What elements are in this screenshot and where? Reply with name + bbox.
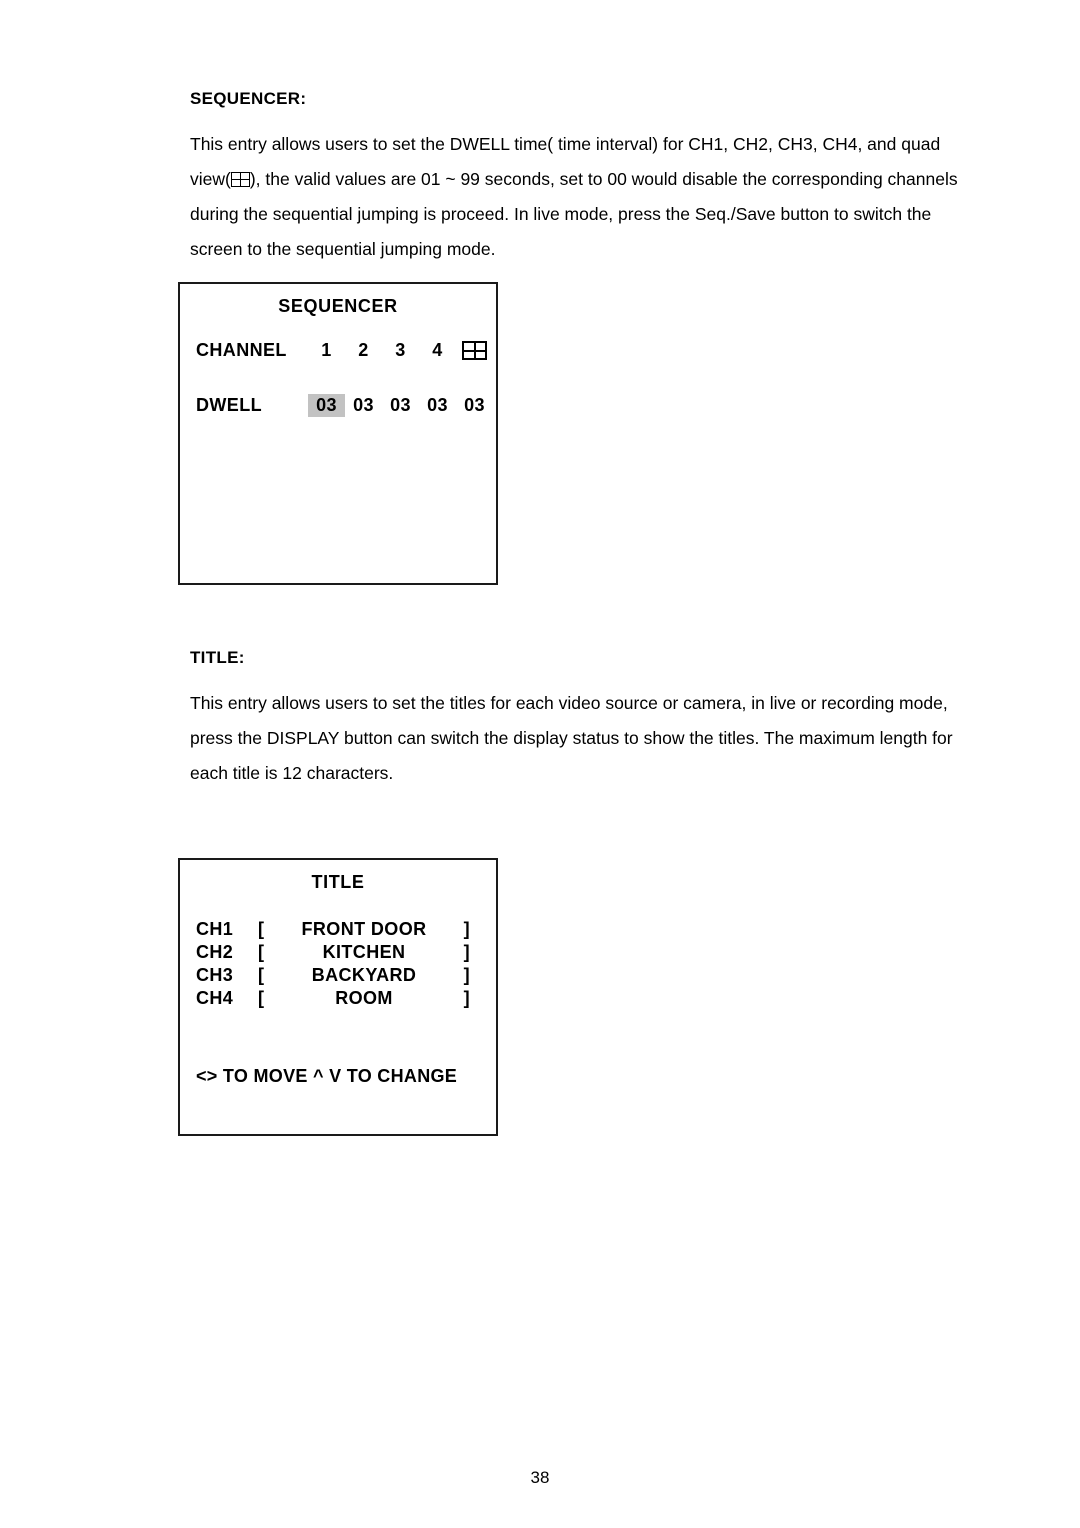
sequencer-channel-row: CHANNEL 1 2 3 4 — [180, 340, 496, 361]
title-row-value[interactable]: ROOM — [335, 987, 393, 1010]
title-row-value[interactable]: FRONT DOOR — [302, 918, 427, 941]
quad-view-icon — [462, 341, 487, 360]
dwell-row-label: DWELL — [196, 395, 262, 415]
sequencer-panel-title: SEQUENCER — [278, 296, 398, 316]
page-number: 38 — [530, 1468, 550, 1487]
bracket-open-icon: [ — [258, 942, 265, 962]
title-section-heading: TITLE: — [190, 648, 245, 667]
quad-channel-cell — [456, 341, 493, 360]
title-row-field[interactable]: [ KITCHEN ] — [258, 941, 470, 964]
sequencer-dwell-row: DWELL 03 03 03 03 03 — [180, 394, 496, 417]
title-row[interactable]: CH3 [ BACKYARD ] — [196, 964, 496, 987]
title-rows-list: CH1 [ FRONT DOOR ] CH2 [ KITCHEN ] CH3 [… — [180, 918, 496, 1010]
bracket-open-icon: [ — [258, 919, 265, 939]
dwell-value-ch2[interactable]: 03 — [345, 394, 382, 417]
channel-cell-2: 2 — [358, 340, 369, 360]
title-row-field[interactable]: [ ROOM ] — [258, 987, 470, 1010]
title-row-channel: CH4 — [196, 988, 234, 1008]
sequencer-osd-panel: SEQUENCER CHANNEL 1 2 3 4 DWELL 03 03 03… — [178, 282, 498, 585]
dwell-value-ch4[interactable]: 03 — [419, 394, 456, 417]
dwell-value-cells: 03 03 03 03 03 — [308, 394, 493, 417]
channel-cell-4: 4 — [432, 340, 443, 360]
bracket-open-icon: [ — [258, 965, 265, 985]
title-row-channel: CH3 — [196, 965, 234, 985]
channel-row-label: CHANNEL — [196, 340, 287, 360]
title-row[interactable]: CH4 [ ROOM ] — [196, 987, 496, 1010]
title-section-paragraph: This entry allows users to set the title… — [190, 693, 953, 783]
dwell-value-ch1[interactable]: 03 — [308, 394, 345, 417]
title-row[interactable]: CH2 [ KITCHEN ] — [196, 941, 496, 964]
title-row-field[interactable]: [ FRONT DOOR ] — [258, 918, 470, 941]
dwell-value-quad[interactable]: 03 — [456, 394, 493, 417]
channel-number-cells: 1 2 3 4 — [308, 340, 493, 361]
title-row[interactable]: CH1 [ FRONT DOOR ] — [196, 918, 496, 941]
channel-cell-3: 3 — [395, 340, 406, 360]
channel-cell-1: 1 — [321, 340, 332, 360]
bracket-close-icon: ] — [463, 988, 470, 1008]
bracket-open-icon: [ — [258, 988, 265, 1008]
title-row-channel: CH2 — [196, 942, 234, 962]
dwell-value-ch3[interactable]: 03 — [382, 394, 419, 417]
title-row-field[interactable]: [ BACKYARD ] — [258, 964, 470, 987]
title-navigation-hint: <> TO MOVE ^ V TO CHANGE — [196, 1066, 458, 1086]
document-page: SEQUENCER: This entry allows users to se… — [0, 0, 1080, 1528]
title-row-channel: CH1 — [196, 919, 234, 939]
title-row-value[interactable]: KITCHEN — [323, 941, 406, 964]
sequencer-paragraph-text-2: ), the valid values are 01 ~ 99 seconds,… — [190, 169, 958, 259]
bracket-close-icon: ] — [463, 942, 470, 962]
bracket-close-icon: ] — [463, 919, 470, 939]
quad-view-icon — [230, 172, 250, 187]
sequencer-section-paragraph: This entry allows users to set the DWELL… — [190, 127, 980, 267]
title-panel-title: TITLE — [311, 872, 365, 892]
sequencer-section-heading: SEQUENCER: — [190, 89, 307, 108]
title-osd-panel: TITLE CH1 [ FRONT DOOR ] CH2 [ KITCHEN ] — [178, 858, 498, 1136]
bracket-close-icon: ] — [463, 965, 470, 985]
title-row-value[interactable]: BACKYARD — [312, 964, 417, 987]
